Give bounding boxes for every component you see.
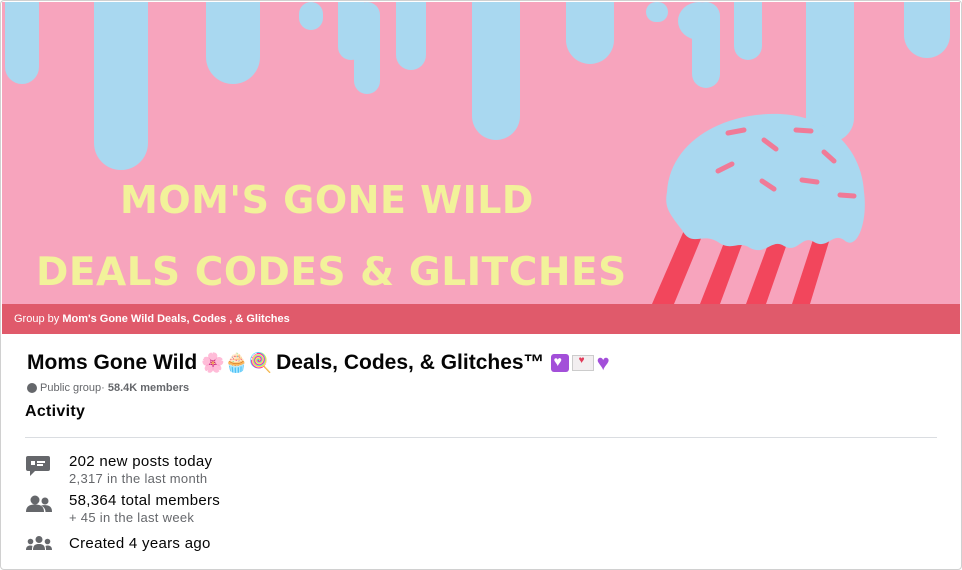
activity-item-members: 58,364 total members + 45 in the last we… <box>25 491 525 531</box>
activity-primary: Created 4 years ago <box>69 535 211 552</box>
title-emoji: 🌸🧁🍭 <box>201 353 273 374</box>
heart-box-icon <box>550 353 569 372</box>
people-icon <box>26 495 52 512</box>
meta-separator: · <box>101 382 105 394</box>
group-icon <box>26 536 52 550</box>
activity-heading: Activity <box>25 403 86 420</box>
member-count-link[interactable]: 58.4K members <box>108 382 189 394</box>
love-letter-icon <box>571 355 594 371</box>
chat-icon <box>26 456 50 476</box>
globe-icon <box>27 383 37 393</box>
title-badges: ♥ <box>550 350 610 375</box>
cover-photo[interactable]: MOM'S GONE WILD DEALS CODES & GLITCHES <box>2 2 960 304</box>
group-card: MOM'S GONE WILD DEALS CODES & GLITCHES G… <box>0 0 962 570</box>
divider <box>25 437 937 438</box>
activity-secondary: + 45 in the last week <box>69 510 195 525</box>
group-owner-link[interactable]: Mom's Gone Wild Deals, Codes , & Glitche… <box>62 313 289 325</box>
group-title[interactable]: Moms Gone Wild 🌸🧁🍭 Deals, Codes, & Glitc… <box>27 351 610 375</box>
privacy-label: Public group <box>40 382 102 394</box>
cover-title-line2: DEALS CODES & GLITCHES <box>36 250 627 295</box>
activity-primary: 202 new posts today <box>69 453 213 470</box>
activity-item-created: Created 4 years ago <box>25 534 525 558</box>
cover-title-line1: MOM'S GONE WILD <box>120 178 534 222</box>
activity-primary: 58,364 total members <box>69 492 221 509</box>
group-by-label: Group by <box>14 313 63 325</box>
group-meta: Public group · 58.4K members <box>27 382 189 394</box>
group-name-suffix[interactable]: Deals, Codes, & Glitches™ <box>276 351 544 375</box>
group-by-bar: Group by Mom's Gone Wild Deals, Codes , … <box>2 304 960 334</box>
activity-secondary: 2,317 in the last month <box>69 471 208 486</box>
activity-item-posts: 202 new posts today 2,317 in the last mo… <box>25 451 525 491</box>
purple-heart-icon: ♥ <box>596 350 610 375</box>
group-name[interactable]: Moms Gone Wild <box>27 351 197 375</box>
